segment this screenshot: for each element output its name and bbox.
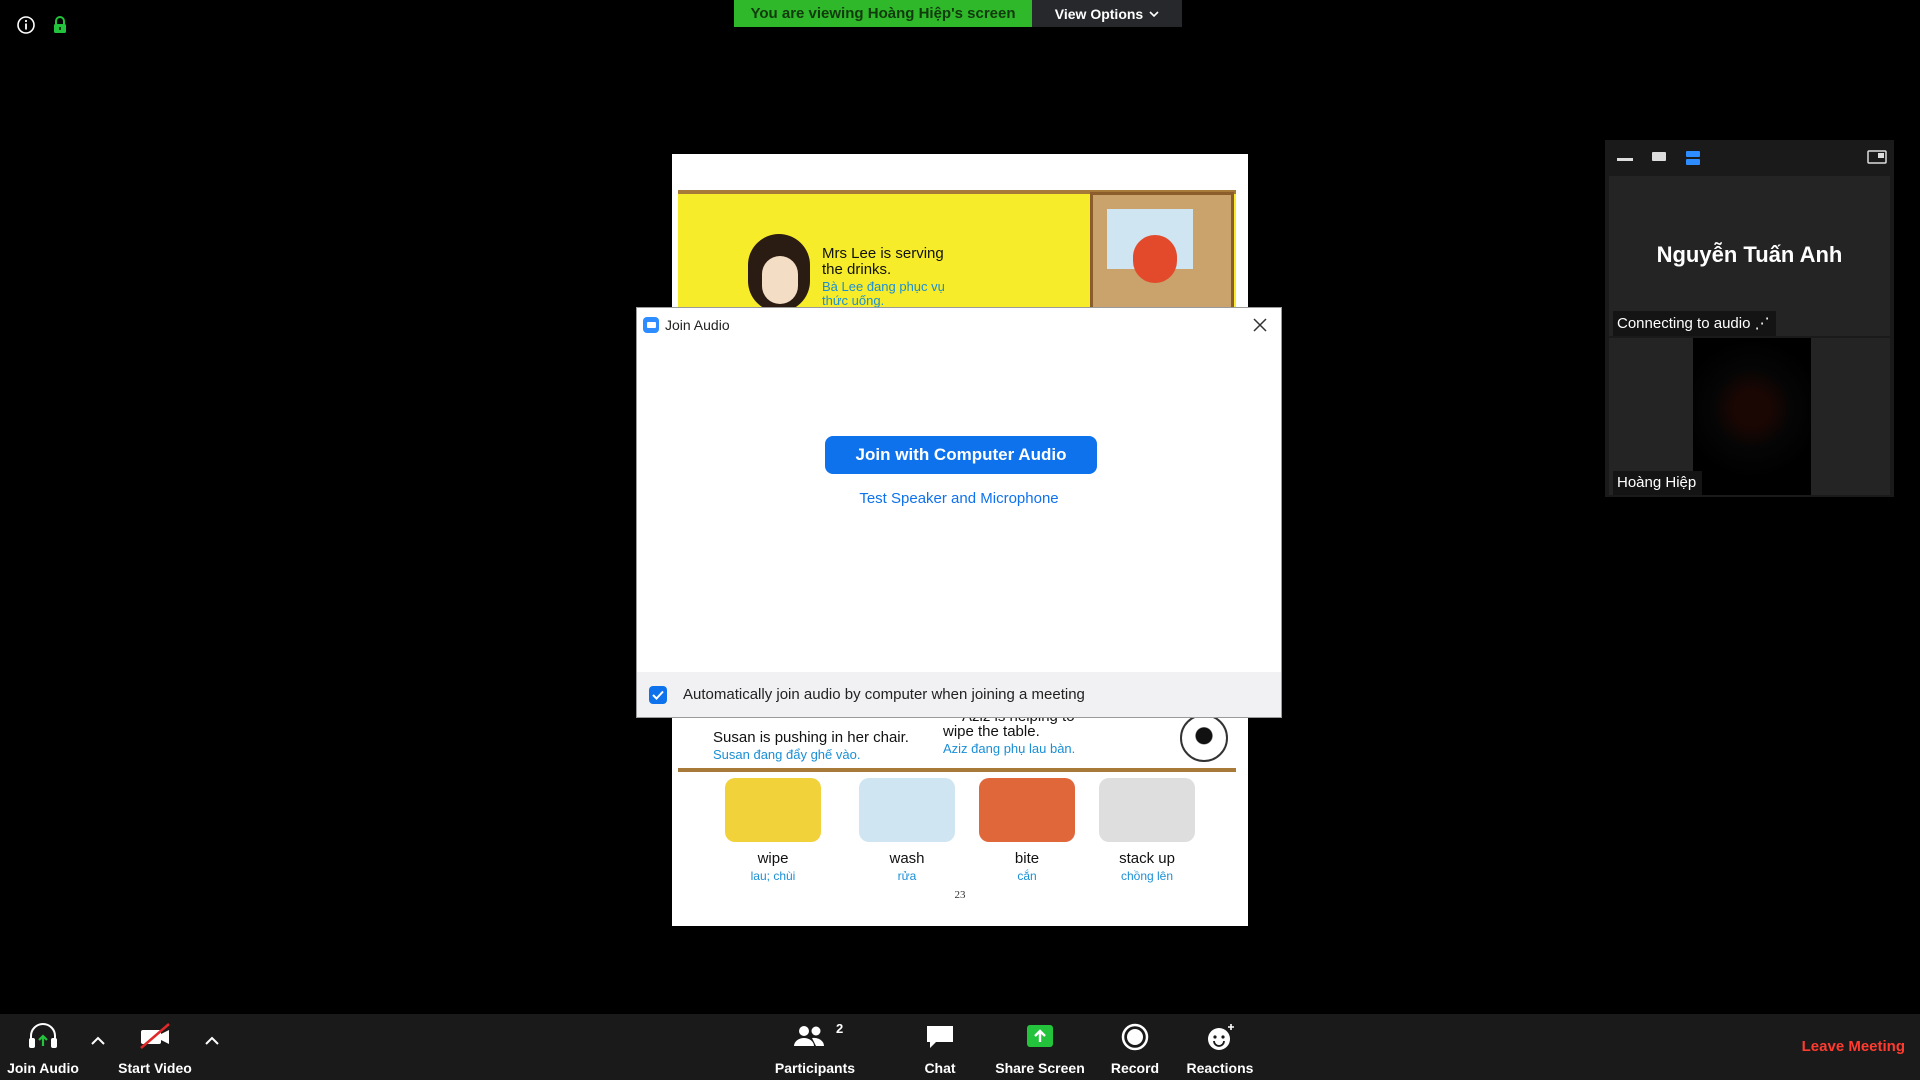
video-thumbnail-panel: Nguyễn Tuấn Anh Connecting to audio ⋰ Ho… bbox=[1605, 140, 1894, 497]
illustration-mrs-lee bbox=[748, 234, 810, 312]
viewing-name: Hoàng Hiệp's screen bbox=[867, 5, 1016, 22]
auto-join-label: Automatically join audio by computer whe… bbox=[683, 686, 1085, 703]
share-screen-button[interactable]: Share Screen bbox=[990, 1014, 1090, 1080]
vocab-meaning: chồng lên bbox=[1120, 869, 1174, 883]
leave-meeting-button[interactable]: Leave Meeting bbox=[1802, 1038, 1905, 1055]
participants-button[interactable]: 2 Participants bbox=[770, 1014, 860, 1080]
vocab-meaning: rửa bbox=[897, 869, 917, 883]
dialog-title-bar[interactable]: Join Audio bbox=[637, 308, 1281, 342]
vocab-illustration bbox=[979, 778, 1075, 842]
test-speaker-link[interactable]: Test Speaker and Microphone bbox=[637, 490, 1281, 507]
panel-view-bar bbox=[1605, 140, 1894, 176]
participant-tile[interactable]: Hoàng Hiệp bbox=[1609, 338, 1890, 495]
divider-line bbox=[678, 768, 1236, 772]
share-screen-icon bbox=[1027, 1025, 1053, 1047]
participants-icon bbox=[794, 1026, 825, 1046]
participant-name: Hoàng Hiệp bbox=[1613, 471, 1703, 495]
vocab-item: bite cắn bbox=[972, 778, 1082, 883]
start-video-label: Start Video bbox=[118, 1060, 192, 1076]
vocab-word: bite bbox=[1014, 850, 1040, 867]
swap-view-icon[interactable] bbox=[1867, 150, 1887, 164]
left-sentence-en: Susan is pushing in her chair. bbox=[713, 729, 909, 746]
close-icon[interactable] bbox=[1251, 316, 1269, 334]
right-sentence-vi: Aziz đang phụ lau bàn. bbox=[943, 741, 1076, 756]
share-screen-label: Share Screen bbox=[995, 1060, 1085, 1076]
left-sentence-vi: Susan đang đẩy ghế vào. bbox=[713, 747, 861, 762]
right-sentence-en: wipe the table. bbox=[943, 723, 1040, 740]
vocab-illustration bbox=[859, 778, 955, 842]
start-video-button[interactable]: Start Video bbox=[110, 1014, 200, 1080]
auto-join-checkbox[interactable] bbox=[649, 685, 667, 704]
video-off-icon bbox=[140, 1023, 170, 1049]
chat-icon bbox=[927, 1026, 953, 1048]
top-sentence-en: Mrs Lee is serving the drinks. bbox=[822, 245, 944, 278]
screen-share-banner: You are viewing Hoàng Hiệp's screen View… bbox=[734, 0, 1182, 27]
chevron-down-icon bbox=[1149, 10, 1159, 17]
audio-options-chevron-up-icon[interactable] bbox=[90, 1036, 106, 1046]
headphones-icon bbox=[29, 1023, 57, 1048]
check-icon bbox=[652, 690, 664, 700]
view-options-label: View Options bbox=[1054, 5, 1144, 22]
vocab-illustration bbox=[725, 778, 821, 842]
reactions-icon bbox=[1208, 1024, 1234, 1050]
dialog-title: Join Audio bbox=[665, 317, 730, 333]
reactions-button[interactable]: Reactions bbox=[1180, 1014, 1260, 1080]
single-video-icon[interactable] bbox=[1651, 150, 1667, 162]
meeting-info-area bbox=[16, 15, 70, 35]
join-computer-audio-button[interactable]: Join with Computer Audio bbox=[825, 436, 1097, 474]
vocab-meaning: lau; chùi bbox=[750, 869, 796, 883]
vocab-illustration bbox=[1099, 778, 1195, 842]
viewing-prefix: You are viewing bbox=[750, 5, 864, 22]
video-options-chevron-up-icon[interactable] bbox=[204, 1036, 220, 1046]
vocab-word: wash bbox=[889, 850, 925, 867]
connecting-dots-icon: ⋰ bbox=[1754, 315, 1770, 332]
join-audio-button[interactable]: Join Audio bbox=[0, 1014, 86, 1080]
participants-count: 2 bbox=[836, 1021, 844, 1036]
vocab-meaning: cắn bbox=[1017, 869, 1037, 883]
info-icon[interactable] bbox=[16, 15, 36, 35]
view-options-button[interactable]: View Options bbox=[1032, 0, 1182, 27]
participant-name: Nguyễn Tuấn Anh bbox=[1656, 242, 1843, 267]
illustration-ball bbox=[1180, 714, 1228, 762]
record-label: Record bbox=[1110, 1060, 1160, 1076]
reactions-label: Reactions bbox=[1186, 1060, 1254, 1076]
chat-label: Chat bbox=[924, 1060, 956, 1076]
vocab-item: wash rửa bbox=[852, 778, 962, 883]
meeting-toolbar: Join Audio Start Video 2 Participants Ch… bbox=[0, 1014, 1920, 1080]
join-audio-dialog: Join Audio Join with Computer Audio Test… bbox=[637, 308, 1281, 717]
participant-tile[interactable]: Nguyễn Tuấn Anh Connecting to audio ⋰ bbox=[1609, 176, 1890, 336]
join-audio-label: Join Audio bbox=[7, 1060, 79, 1076]
viewing-indicator: You are viewing Hoàng Hiệp's screen bbox=[734, 0, 1032, 27]
audio-status-label: Connecting to audio ⋰ bbox=[1613, 311, 1776, 336]
zoom-app-icon bbox=[643, 317, 659, 333]
lock-icon[interactable] bbox=[50, 15, 70, 35]
page-number: 23 bbox=[954, 889, 966, 901]
gallery-strip-icon[interactable] bbox=[1685, 150, 1701, 166]
record-icon bbox=[1121, 1023, 1149, 1051]
participant-video bbox=[1693, 338, 1811, 495]
participants-label: Participants bbox=[774, 1060, 856, 1076]
vocab-item: stack up chồng lên bbox=[1092, 778, 1202, 883]
vocab-item: wipe lau; chùi bbox=[718, 778, 828, 883]
chat-button[interactable]: Chat bbox=[900, 1014, 980, 1080]
minimize-icon[interactable] bbox=[1617, 156, 1633, 162]
vocab-word: wipe bbox=[757, 850, 789, 867]
top-sentence-vi: Bà Lee đang phục vụ thức uống. bbox=[822, 279, 945, 308]
vocab-word: stack up bbox=[1119, 850, 1175, 867]
record-button[interactable]: Record bbox=[1100, 1014, 1170, 1080]
dialog-footer: Automatically join audio by computer whe… bbox=[637, 672, 1281, 717]
audio-status-text: Connecting to audio bbox=[1617, 315, 1751, 332]
